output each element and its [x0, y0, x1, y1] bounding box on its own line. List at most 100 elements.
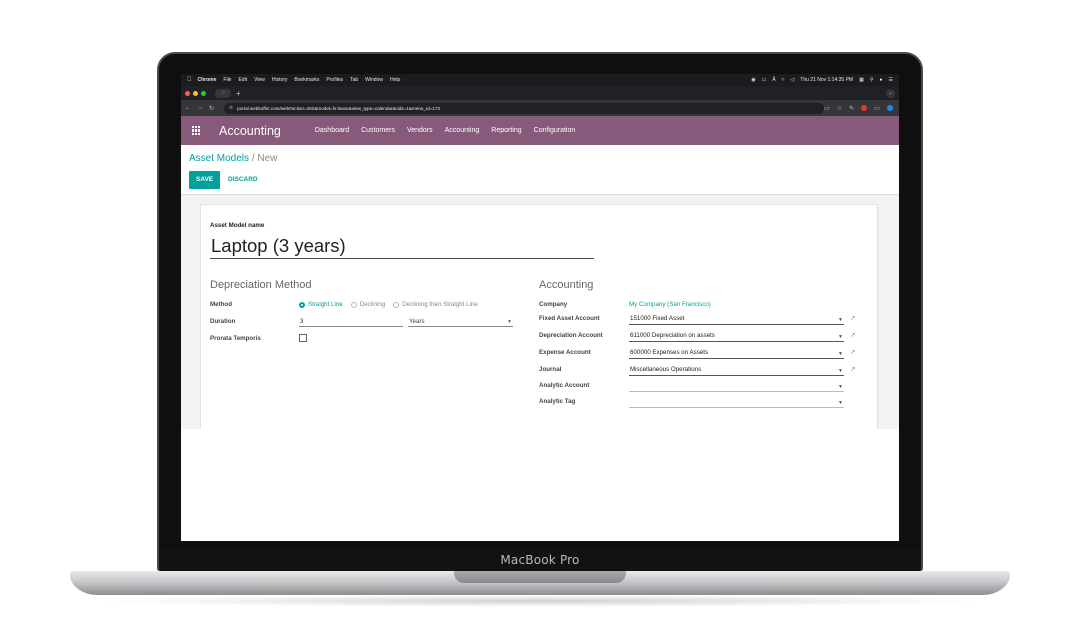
- company-link[interactable]: My Company (San Francisco): [629, 301, 711, 308]
- accounting-title: Accounting: [539, 279, 594, 291]
- forward-icon[interactable]: →: [197, 105, 203, 111]
- extensions-icon[interactable]: ▭: [874, 105, 880, 112]
- expense-account-field[interactable]: 600000 Expenses on Assets ▼: [629, 348, 844, 359]
- eyedropper-icon[interactable]: ✎: [849, 105, 854, 112]
- radio-straight-line-label[interactable]: Straight Line: [308, 301, 343, 308]
- asset-model-name-input[interactable]: Laptop (3 years): [210, 232, 594, 259]
- journal-field[interactable]: Miscellaneous Operations ▼: [629, 365, 844, 376]
- external-link-icon[interactable]: ↗: [850, 314, 855, 322]
- siri-icon[interactable]: ●: [879, 77, 882, 83]
- external-link-icon[interactable]: ↗: [850, 331, 855, 339]
- fixed-asset-account-label: Fixed Asset Account: [539, 315, 600, 322]
- duration-input[interactable]: 3: [299, 317, 403, 327]
- analytic-tag-field[interactable]: ▼: [629, 397, 844, 408]
- nav-item-accounting[interactable]: Accounting: [445, 127, 480, 134]
- nav-item-customers[interactable]: Customers: [361, 127, 395, 134]
- method-radio-group: Straight Line Declining Declining then S…: [299, 301, 486, 308]
- laptop-screen:  Chrome File Edit View History Bookmark…: [181, 74, 899, 541]
- nav-item-dashboard[interactable]: Dashboard: [315, 127, 349, 134]
- install-app-icon[interactable]: ▭: [824, 105, 830, 112]
- radio-declining-then-straight-label[interactable]: Declining then Straight Line: [402, 301, 478, 308]
- laptop-brand-label: MacBook Pro: [500, 553, 580, 567]
- menubar-item-profiles[interactable]: Profiles: [326, 77, 343, 83]
- breadcrumb-current: New: [257, 153, 278, 164]
- duration-unit-select[interactable]: Years ▼: [408, 317, 513, 327]
- address-bar-url: portal.webkuffer.com/web#action=262&mode…: [237, 105, 440, 111]
- apps-menu-icon[interactable]: [181, 126, 211, 135]
- nav-item-reporting[interactable]: Reporting: [491, 127, 521, 134]
- radio-declining[interactable]: [350, 301, 357, 308]
- breadcrumb: Asset Models / New: [189, 153, 277, 164]
- menubar-item-bookmarks[interactable]: Bookmarks: [294, 77, 319, 83]
- extension-red-icon[interactable]: [861, 105, 868, 111]
- asset-model-name-label: Asset Model name: [210, 222, 265, 229]
- chevron-down-icon: ▼: [507, 319, 512, 325]
- menubar-item-edit[interactable]: Edit: [238, 77, 247, 83]
- back-icon[interactable]: ←: [185, 105, 191, 111]
- menubar-item-chrome[interactable]: Chrome: [198, 77, 217, 83]
- laptop-notch: [454, 571, 626, 583]
- profile-avatar-icon[interactable]: [886, 105, 893, 111]
- macos-menubar:  Chrome File Edit View History Bookmark…: [181, 74, 899, 86]
- depreciation-account-field[interactable]: 611000 Depreciation on assets ▼: [629, 331, 844, 342]
- chevron-down-icon: ▼: [838, 368, 843, 374]
- journal-value: Miscellaneous Operations: [630, 366, 702, 373]
- chevron-down-icon: ▼: [838, 317, 843, 323]
- control-panel: Asset Models / New SAVE DISCARD: [181, 145, 899, 195]
- minimize-window-icon[interactable]: [193, 90, 198, 96]
- analytic-tag-label: Analytic Tag: [539, 398, 576, 405]
- menubar-clock[interactable]: Thu 21 Nov 1:14:35 PM: [800, 77, 853, 83]
- chevron-down-icon: ▼: [838, 400, 843, 406]
- menubar-item-history[interactable]: History: [272, 77, 288, 83]
- depreciation-account-label: Depreciation Account: [539, 332, 603, 339]
- browser-actions: ▭ ☆ ✎ ▭ ⋮: [824, 105, 899, 112]
- apple-icon[interactable]: : [187, 77, 192, 83]
- site-info-icon[interactable]: ⚙: [229, 105, 233, 111]
- menubar-item-file[interactable]: File: [223, 77, 231, 83]
- fixed-asset-account-value: 151000 Fixed Asset: [630, 315, 685, 322]
- analytic-account-field[interactable]: ▼: [629, 381, 844, 392]
- duration-label: Duration: [210, 318, 236, 325]
- prorata-checkbox[interactable]: [299, 334, 307, 342]
- expense-account-value: 600000 Expenses on Assets: [630, 349, 709, 356]
- discard-button[interactable]: DISCARD: [228, 171, 258, 189]
- screen-record-icon[interactable]: ◉: [751, 77, 755, 83]
- browser-tab[interactable]: ○: [215, 88, 231, 98]
- nav-item-vendors[interactable]: Vendors: [407, 127, 433, 134]
- volume-icon[interactable]: ◁: [790, 77, 794, 83]
- external-link-icon[interactable]: ↗: [850, 365, 855, 373]
- fixed-asset-account-field[interactable]: 151000 Fixed Asset ▼: [629, 314, 844, 325]
- menubar-item-window[interactable]: Window: [365, 77, 383, 83]
- tab-search-icon[interactable]: ⌄: [886, 88, 895, 98]
- bookmark-star-icon[interactable]: ☆: [837, 105, 842, 112]
- breadcrumb-asset-models[interactable]: Asset Models: [189, 153, 249, 164]
- depreciation-method-title: Depreciation Method: [210, 279, 312, 291]
- app-title[interactable]: Accounting: [219, 124, 281, 138]
- menubar-item-tab[interactable]: Tab: [350, 77, 358, 83]
- chevron-down-icon: ▼: [838, 351, 843, 357]
- nav-item-configuration[interactable]: Configuration: [534, 127, 576, 134]
- address-bar[interactable]: ⚙ portal.webkuffer.com/web#action=262&mo…: [224, 102, 825, 114]
- external-link-icon[interactable]: ↗: [850, 348, 855, 356]
- bluetooth-icon[interactable]: Å: [772, 77, 775, 83]
- odoo-navbar: Accounting Dashboard Customers Vendors A…: [181, 116, 899, 145]
- save-button[interactable]: SAVE: [189, 171, 220, 189]
- reload-icon[interactable]: ↻: [209, 105, 214, 112]
- notification-icon[interactable]: ☰: [889, 77, 893, 83]
- spotlight-icon[interactable]: ⚲: [870, 77, 874, 83]
- wifi-icon[interactable]: ≈: [782, 77, 785, 83]
- radio-straight-line[interactable]: [299, 301, 305, 308]
- display-icon[interactable]: ▭: [762, 77, 767, 83]
- control-center-icon[interactable]: ▦: [859, 77, 864, 83]
- radio-declining-label[interactable]: Declining: [360, 301, 385, 308]
- maximize-window-icon[interactable]: [201, 90, 206, 96]
- new-tab-button[interactable]: +: [236, 89, 241, 98]
- menubar-item-view[interactable]: View: [254, 77, 265, 83]
- menubar-item-help[interactable]: Help: [390, 77, 400, 83]
- browser-tab-strip: ○ + ⌄: [181, 86, 899, 100]
- method-label: Method: [210, 301, 232, 308]
- close-window-icon[interactable]: [185, 90, 190, 96]
- radio-declining-then-straight[interactable]: [393, 301, 400, 308]
- breadcrumb-separator: /: [251, 153, 255, 164]
- depreciation-account-value: 611000 Depreciation on assets: [630, 332, 715, 339]
